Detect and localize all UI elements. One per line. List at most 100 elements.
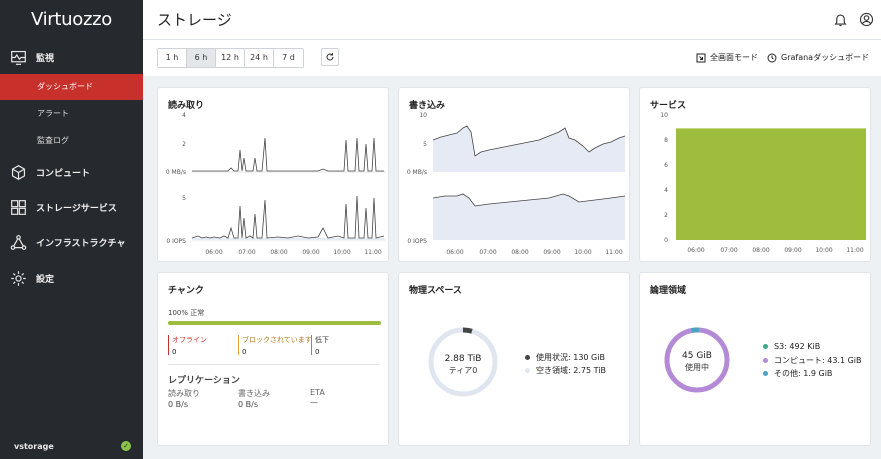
read-ylabel: 2: [182, 141, 186, 148]
refresh-icon: [326, 53, 334, 61]
replication-eta: ETA —: [310, 388, 325, 407]
chunks-blocked-label: ブロックされています: [242, 336, 312, 344]
monitor-icon: [11, 50, 26, 65]
app-logo: Virtuozzo: [30, 9, 112, 30]
sidebar-item-compute[interactable]: コンピュート: [0, 161, 143, 183]
toolbar: 1 h 6 h 12 h 24 h 7 d 全画面モード Grafanaダッシュ…: [143, 40, 881, 76]
sidebar-item-settings[interactable]: 設定: [0, 267, 143, 289]
replication-write-value: 0 B/s: [238, 400, 258, 409]
services-card: サービス 10 8 6 4 2 0 06:00 07:00 08:00 09:0…: [639, 87, 871, 262]
logical-center-label: 使用中: [685, 362, 709, 372]
legend-dot: [763, 371, 768, 376]
logical-legend-s3: S3: 492 KiB: [763, 342, 820, 351]
write-ylabel: 0 MB/s: [407, 169, 427, 176]
services-chart: 10 8 6 4 2 0 06:00 07:00 08:00 09:00 10:…: [660, 112, 866, 254]
refresh-button[interactable]: [321, 48, 339, 66]
range-6h-button[interactable]: 6 h: [187, 49, 216, 67]
chunks-health-bar: [168, 321, 381, 325]
sidebar-item-dashboard[interactable]: ダッシュボード: [0, 74, 143, 100]
replication-eta-label: ETA: [310, 388, 325, 397]
sidebar-item-audit-log[interactable]: 監査ログ: [0, 128, 143, 154]
chunks-healthy-label: 100% 正常: [168, 309, 205, 317]
write-ylabel: 0 IOPS: [407, 238, 427, 245]
logical-other-label: その他: 1.9 GiB: [774, 369, 833, 378]
services-xtick: 10:00: [815, 247, 832, 254]
chunks-card-title: チャンク: [168, 286, 204, 296]
logical-s3-label: S3: 492 KiB: [774, 342, 821, 351]
sidebar-item-infrastructure[interactable]: インフラストラクチャ: [0, 231, 143, 253]
range-1h-button[interactable]: 1 h: [158, 49, 187, 67]
replication-read-value: 0 B/s: [168, 400, 188, 409]
write-chart: 10 5 0 MB/s 0 IOPS 06:00 07:00 08:00 09:…: [407, 112, 626, 256]
physical-space-card: 物理スペース 2.88 TiB ティア0 使用状況: 130 GiB 空き領域:…: [398, 272, 630, 446]
write-xtick: 10:00: [574, 249, 591, 256]
write-card: 書き込み 10 5 0 MB/s 0 IOPS 06:00 07:00 08:0…: [398, 87, 630, 262]
clock-icon: [767, 53, 777, 62]
read-ylabel: 0 MB/s: [166, 169, 186, 176]
replication-write-label: 書き込み: [238, 389, 270, 398]
time-range-selector: 1 h 6 h 12 h 24 h 7 d: [157, 48, 304, 68]
read-xtick: 11:00: [364, 249, 381, 256]
grafana-dashboard-link[interactable]: Grafanaダッシュボード: [767, 52, 869, 63]
range-7d-button[interactable]: 7 d: [274, 49, 303, 67]
gear-icon: [11, 270, 26, 286]
range-12h-button[interactable]: 12 h: [216, 49, 245, 67]
write-xtick: 08:00: [511, 249, 528, 256]
chunks-offline-label: オフライン: [172, 336, 207, 344]
read-xtick: 08:00: [270, 249, 287, 256]
sidebar: Virtuozzo 監視 ダッシュボード アラート 監査ログ コンピュート スト…: [0, 0, 143, 459]
sidebar-item-label: 設定: [36, 274, 55, 285]
sidebar-item-alerts[interactable]: アラート: [0, 101, 143, 127]
read-mbps-series: [192, 137, 384, 172]
services-area: [676, 128, 866, 240]
physical-center-label: ティア0: [449, 366, 478, 375]
services-ylabel: 8: [664, 137, 668, 144]
fullscreen-icon: [696, 53, 706, 62]
divider: [168, 364, 380, 365]
chunks-offline-value: 0: [172, 348, 177, 356]
chunks-offline: オフライン 0: [168, 335, 207, 356]
network-icon: [10, 234, 27, 250]
sidebar-item-label: コンピュート: [36, 168, 91, 179]
bell-icon[interactable]: [833, 12, 848, 27]
legend-dot: [525, 355, 530, 360]
services-ylabel: 2: [664, 212, 668, 219]
services-xtick: 11:00: [846, 247, 863, 254]
services-xtick: 07:00: [720, 247, 737, 254]
read-ylabel: 0 IOPS: [166, 238, 186, 245]
chunks-health-fill: [168, 321, 381, 325]
write-xtick: 06:00: [446, 249, 463, 256]
user-icon[interactable]: [859, 12, 874, 27]
logical-center-value: 45 GiB: [682, 351, 712, 361]
physical-legend-used: 使用状況: 130 GiB: [525, 352, 605, 363]
replication-write: 書き込み 0 B/s: [238, 388, 270, 409]
sidebar-item-label: インフラストラクチャ: [36, 238, 126, 249]
legend-dot: [763, 344, 768, 349]
services-ylabel: 0: [664, 237, 668, 244]
grafana-label: Grafanaダッシュボード: [781, 53, 870, 62]
chunks-degraded: 低下 0: [311, 335, 329, 356]
write-xtick: 09:00: [543, 249, 560, 256]
logical-legend-other: その他: 1.9 GiB: [763, 368, 832, 379]
write-ylabel: 10: [419, 112, 427, 119]
page-title: ストレージ: [157, 11, 232, 29]
grid-icon: [11, 199, 26, 215]
sidebar-item-label: ストレージサービス: [36, 203, 117, 214]
replication-eta-value: —: [310, 398, 318, 407]
replication-read: 読み取り 0 B/s: [168, 388, 200, 409]
sidebar-item-monitoring[interactable]: 監視: [0, 46, 143, 68]
cluster-status[interactable]: vstorage ✓: [0, 433, 143, 459]
write-iops-area: [433, 194, 625, 240]
services-xtick: 08:00: [752, 247, 769, 254]
write-mbps-area: [433, 126, 625, 172]
read-xtick: 10:00: [333, 249, 350, 256]
fullscreen-button[interactable]: 全画面モード: [696, 52, 758, 63]
services-ylabel: 6: [664, 162, 668, 169]
header: ストレージ: [143, 0, 881, 40]
replication-read-label: 読み取り: [168, 389, 200, 398]
range-24h-button[interactable]: 24 h: [245, 49, 274, 67]
logical-legend-compute: コンピュート: 43.1 GiB: [763, 355, 862, 366]
sidebar-item-storage-services[interactable]: ストレージサービス: [0, 196, 143, 218]
read-ylabel: 5: [182, 195, 186, 202]
logical-compute-label: コンピュート: 43.1 GiB: [774, 356, 862, 365]
